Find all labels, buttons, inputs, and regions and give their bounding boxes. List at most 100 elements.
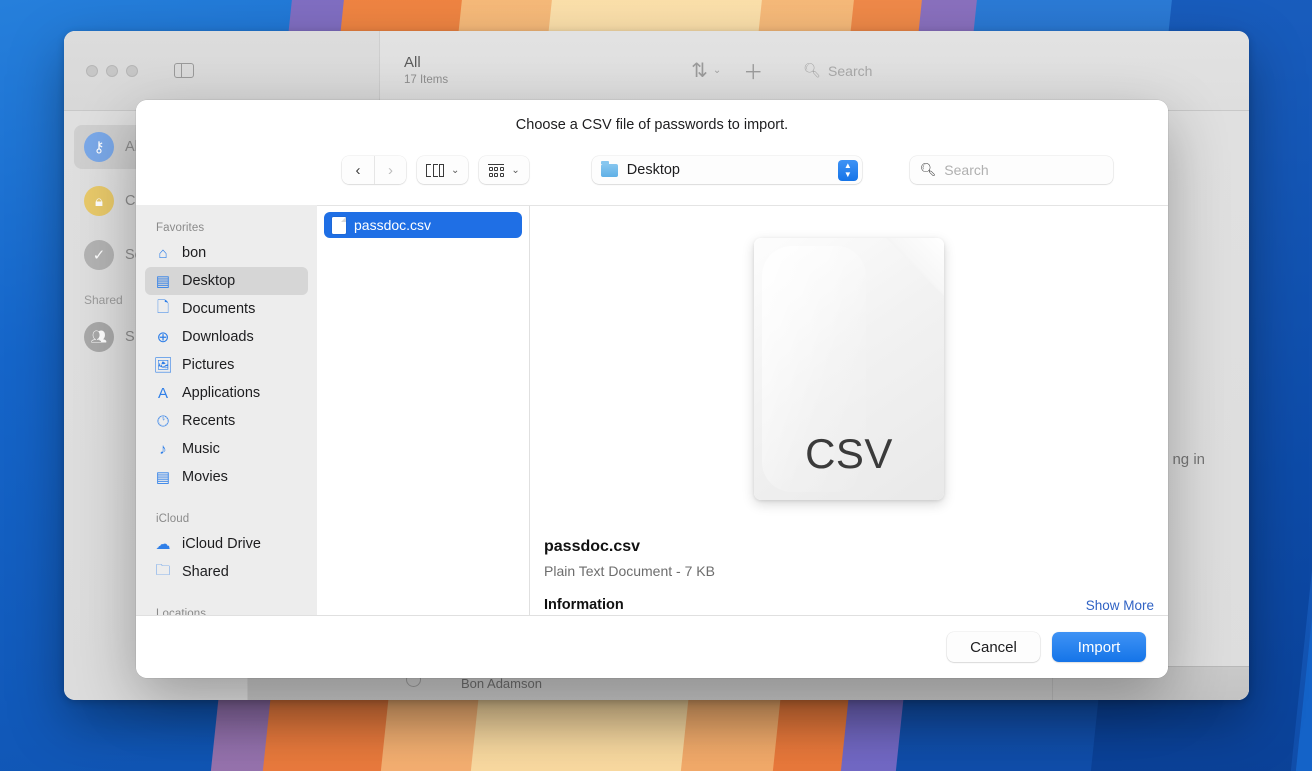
file-preview-column: CSV passdoc.csv Plain Text Document - 7 … [530, 206, 1168, 615]
checkmark-icon: ✓ [84, 240, 114, 270]
sidebar-item-label: Movies [182, 469, 228, 485]
cancel-button[interactable]: Cancel [947, 632, 1040, 662]
chevron-down-icon: ⌄ [511, 165, 519, 176]
chevron-right-icon: › [388, 162, 393, 179]
minimize-button[interactable] [106, 65, 118, 77]
sidebar-section-locations: Locations [145, 602, 308, 615]
people-icon: 👥︎ [84, 322, 114, 352]
preview-info-block: passdoc.csv Plain Text Document - 7 KB I… [530, 538, 1168, 615]
app-toolbar: All 17 Items ⇅⌄ ＋ 🔍︎ Search [64, 31, 1249, 111]
group-by-icon [488, 164, 504, 177]
sidebar-item-label: Desktop [182, 273, 235, 289]
sidebar-item-label: Shared [182, 564, 229, 580]
csv-document-icon [332, 217, 346, 234]
dialog-toolbar: ‹ › ⌄ ⌄ [136, 156, 1168, 184]
sidebar-item-movies[interactable]: ▤ Movies [145, 463, 308, 491]
app-search-placeholder: Search [828, 63, 872, 79]
navigation-buttons[interactable]: ‹ › [342, 156, 406, 184]
preview-icon-area: CSV [530, 206, 1168, 538]
dialog-search-field[interactable]: 🔍︎ [910, 156, 1113, 184]
shared-folder-icon: 🗀 [154, 560, 172, 585]
sidebar-item-label: Pictures [182, 357, 234, 373]
sidebar-item-label: Music [182, 441, 220, 457]
preview-format-label: CSV [805, 430, 893, 478]
file-list-item[interactable]: passdoc.csv [324, 212, 522, 238]
sidebar-item-label: Recents [182, 413, 235, 429]
csv-file-preview-icon: CSV [754, 238, 944, 500]
zoom-button[interactable] [126, 65, 138, 77]
dialog-body: Favorites ⌂ bon ▤ Desktop 🗋 Documents [136, 205, 1168, 615]
preview-information-row: Information Show More [544, 595, 1168, 615]
column-view-icon [426, 164, 444, 177]
location-popup-button[interactable]: Desktop ▲▼ [592, 156, 862, 184]
pictures-icon: 🖼︎ [154, 356, 172, 374]
dialog-footer: Cancel Import [136, 615, 1168, 678]
movies-icon: ▤ [154, 468, 172, 486]
preview-section-title: Information [544, 597, 624, 613]
file-import-dialog: Choose a CSV file of passwords to import… [136, 100, 1168, 678]
sidebar-item-label: Documents [182, 301, 255, 317]
group-by-button[interactable]: ⌄ [479, 156, 528, 184]
window-controls[interactable] [86, 65, 138, 77]
preview-file-meta: Plain Text Document - 7 KB [544, 563, 1168, 579]
lock-clock-icon: 🔒︎ [84, 186, 114, 216]
toolbar-actions: ⇅⌄ ＋ [691, 56, 763, 85]
sidebar-item-label: bon [182, 245, 206, 261]
up-down-stepper-icon[interactable]: ▲▼ [838, 160, 858, 181]
chevron-down-icon: ⌄ [451, 165, 459, 176]
dialog-title: Choose a CSV file of passwords to import… [136, 117, 1168, 133]
sort-arrows-icon[interactable]: ⇅⌄ [691, 58, 721, 83]
window-title: All [404, 54, 448, 71]
chevron-left-icon: ‹ [356, 162, 361, 179]
location-label: Desktop [627, 162, 838, 178]
search-icon: 🔍︎ [920, 162, 937, 178]
toolbar-left-section [64, 31, 380, 110]
search-icon: 🔍︎ [803, 62, 821, 79]
sidebar-item-documents[interactable]: 🗋 Documents [145, 295, 308, 323]
home-icon: ⌂ [154, 245, 172, 262]
sidebar-item-bon[interactable]: ⌂ bon [145, 239, 308, 267]
file-list-column: passdoc.csv [317, 206, 530, 615]
sidebar-item-applications[interactable]: A Applications [145, 379, 308, 407]
sidebar-item-label: iCloud Drive [182, 536, 261, 552]
desktop-background: All 17 Items ⇅⌄ ＋ 🔍︎ Search ⚷ [0, 0, 1312, 771]
plus-icon[interactable]: ＋ [743, 56, 763, 85]
dialog-header: Choose a CSV file of passwords to import… [136, 100, 1168, 205]
back-button[interactable]: ‹ [342, 156, 374, 184]
folder-icon [601, 164, 618, 177]
window-title-block: All 17 Items [404, 54, 448, 86]
cloud-icon: ☁︎ [154, 535, 172, 553]
clock-icon: 🕐︎ [154, 413, 172, 430]
sidebar-toggle-icon[interactable] [174, 63, 194, 78]
music-note-icon: ♪ [154, 441, 172, 458]
sidebar-item-music[interactable]: ♪ Music [145, 435, 308, 463]
sidebar-item-label: Applications [182, 385, 260, 401]
app-footer-user-name: Bon Adamson [461, 676, 542, 691]
app-detail-partial-text: ng in [1172, 451, 1205, 468]
sidebar-section-favorites: Favorites [145, 216, 308, 239]
sidebar-section-icloud: iCloud [145, 507, 308, 530]
applications-icon: A [154, 385, 172, 402]
sidebar-item-recents[interactable]: 🕐︎ Recents [145, 407, 308, 435]
page-fold-shadow [886, 238, 944, 296]
close-button[interactable] [86, 65, 98, 77]
window-subtitle: 17 Items [404, 74, 448, 87]
sidebar-item-label: Downloads [182, 329, 254, 345]
forward-button[interactable]: › [374, 156, 406, 184]
download-icon: ⊕ [154, 328, 172, 346]
sidebar-item-desktop[interactable]: ▤ Desktop [145, 267, 308, 295]
view-mode-button[interactable]: ⌄ [417, 156, 468, 184]
app-search-field[interactable]: 🔍︎ Search [803, 62, 872, 79]
search-input[interactable] [944, 162, 1102, 178]
sidebar-item-label: S [125, 329, 135, 345]
key-icon: ⚷ [84, 132, 114, 162]
sidebar-item-icloud-drive[interactable]: ☁︎ iCloud Drive [145, 530, 308, 558]
sidebar-item-downloads[interactable]: ⊕ Downloads [145, 323, 308, 351]
file-name: passdoc.csv [354, 217, 431, 233]
desktop-icon: ▤ [154, 272, 172, 290]
sidebar-item-shared[interactable]: 🗀 Shared [145, 558, 308, 586]
show-more-link[interactable]: Show More [1086, 598, 1154, 613]
sidebar-item-pictures[interactable]: 🖼︎ Pictures [145, 351, 308, 379]
import-button[interactable]: Import [1052, 632, 1146, 662]
preview-file-name: passdoc.csv [544, 538, 1168, 556]
